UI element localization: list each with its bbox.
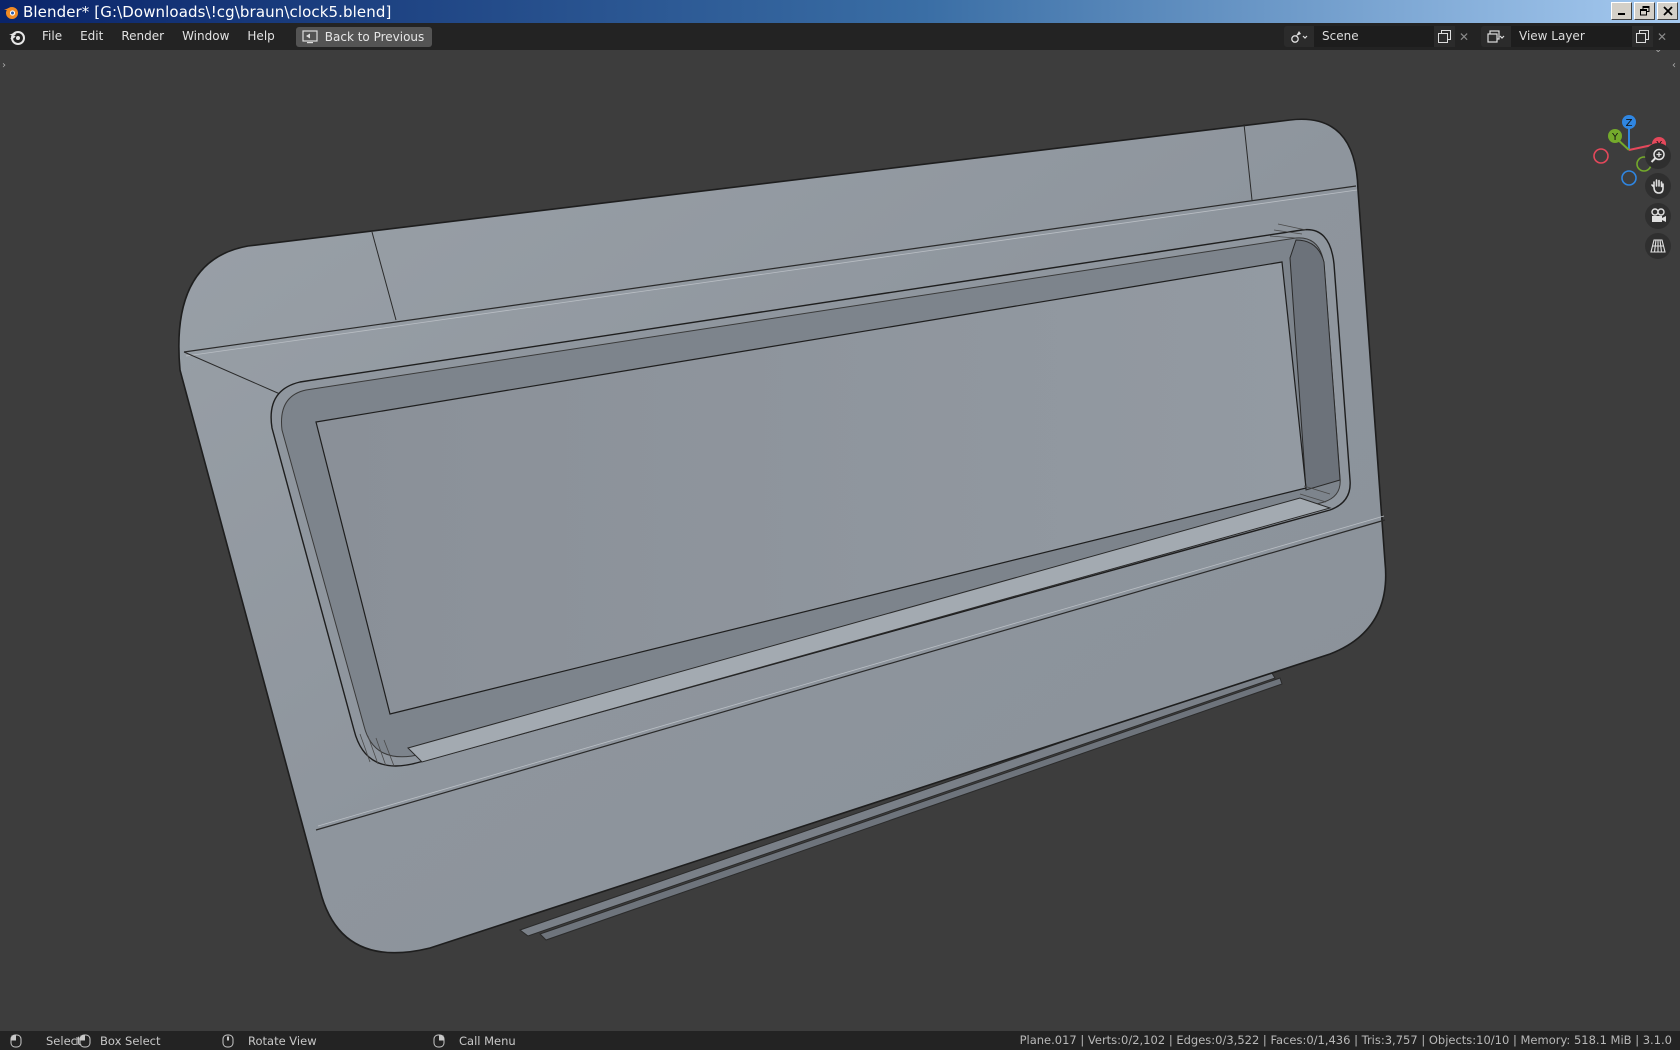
view-layer-selector: View Layer ✕ xyxy=(1481,26,1671,47)
minimize-icon[interactable] xyxy=(1611,2,1632,20)
status-box-select-label: Box Select xyxy=(100,1033,161,1048)
scene-icon xyxy=(1291,30,1308,43)
view-layer-new-button[interactable] xyxy=(1632,26,1653,47)
blender-logo-icon[interactable] xyxy=(7,27,27,47)
back-to-previous-label: Back to Previous xyxy=(324,29,425,44)
mouse-drag-icon xyxy=(76,1034,91,1047)
render-layers-icon xyxy=(1487,29,1505,43)
blender-app-icon xyxy=(4,6,18,19)
back-to-previous-button[interactable]: Back to Previous xyxy=(295,26,433,47)
restore-icon[interactable] xyxy=(1634,2,1655,20)
status-box-select-hint: Box Select xyxy=(76,1031,161,1050)
scene-new-button[interactable] xyxy=(1434,26,1455,47)
scene-delete-icon[interactable]: ✕ xyxy=(1455,26,1473,47)
scene-name-field[interactable]: Scene xyxy=(1314,26,1434,47)
header-collapse-icon[interactable]: ⌄ xyxy=(1654,50,1662,55)
mouse-right-icon xyxy=(433,1034,445,1047)
menu-edit[interactable]: Edit xyxy=(71,23,112,50)
hand-pan-icon[interactable] xyxy=(1645,173,1671,199)
status-call-menu-hint: Call Menu xyxy=(433,1031,516,1050)
menu-file[interactable]: File xyxy=(33,23,71,50)
mouse-middle-icon xyxy=(222,1034,234,1047)
gizmo-y-label: Y xyxy=(1611,132,1619,143)
zoom-icon[interactable] xyxy=(1645,143,1671,169)
gizmo-neg-z-axis[interactable] xyxy=(1621,170,1637,186)
duplicate-icon xyxy=(1438,30,1451,43)
duplicate-icon xyxy=(1636,30,1649,43)
menu-window[interactable]: Window xyxy=(173,23,238,50)
3d-viewport[interactable]: › ‹ ⌄ Z X Y xyxy=(0,50,1680,1031)
status-call-menu-label: Call Menu xyxy=(459,1033,516,1048)
scene-selector: Scene ✕ xyxy=(1284,26,1473,47)
view-layer-browse-button[interactable] xyxy=(1481,26,1511,47)
view-layer-name-field[interactable]: View Layer xyxy=(1511,26,1632,47)
top-bar: File Edit Render Window Help Back to Pre… xyxy=(0,23,1680,50)
close-icon[interactable] xyxy=(1657,2,1678,20)
status-rotate-label: Rotate View xyxy=(248,1033,317,1048)
window-title: Blender* [G:\Downloads\!cg\braun\clock5.… xyxy=(23,2,392,21)
gizmo-neg-x-axis[interactable] xyxy=(1593,148,1609,164)
camera-icon[interactable] xyxy=(1645,203,1671,229)
clock-mesh-render xyxy=(178,118,1387,954)
status-rotate-hint: Rotate View xyxy=(222,1031,317,1050)
menu-help[interactable]: Help xyxy=(238,23,283,50)
mouse-left-icon xyxy=(10,1034,22,1047)
status-bar: Select Box Select Rotate View Call Menu … xyxy=(0,1031,1680,1050)
right-sidebar-expand-icon[interactable]: ‹ xyxy=(1672,60,1676,71)
perspective-grid-icon[interactable] xyxy=(1645,233,1671,259)
scene-browse-button[interactable] xyxy=(1284,26,1314,47)
view-layer-delete-icon[interactable]: ✕ xyxy=(1653,26,1671,47)
menu-render[interactable]: Render xyxy=(112,23,173,50)
window-title-bar: Blender* [G:\Downloads\!cg\braun\clock5.… xyxy=(0,0,1680,23)
scene-statistics: Plane.017 | Verts:0/2,102 | Edges:0/3,52… xyxy=(1019,1033,1672,1047)
gizmo-z-label: Z xyxy=(1626,118,1633,129)
left-toolbar-expand-icon[interactable]: › xyxy=(2,60,6,71)
screen-back-icon xyxy=(302,29,318,43)
status-select-hint: Select xyxy=(10,1031,81,1050)
